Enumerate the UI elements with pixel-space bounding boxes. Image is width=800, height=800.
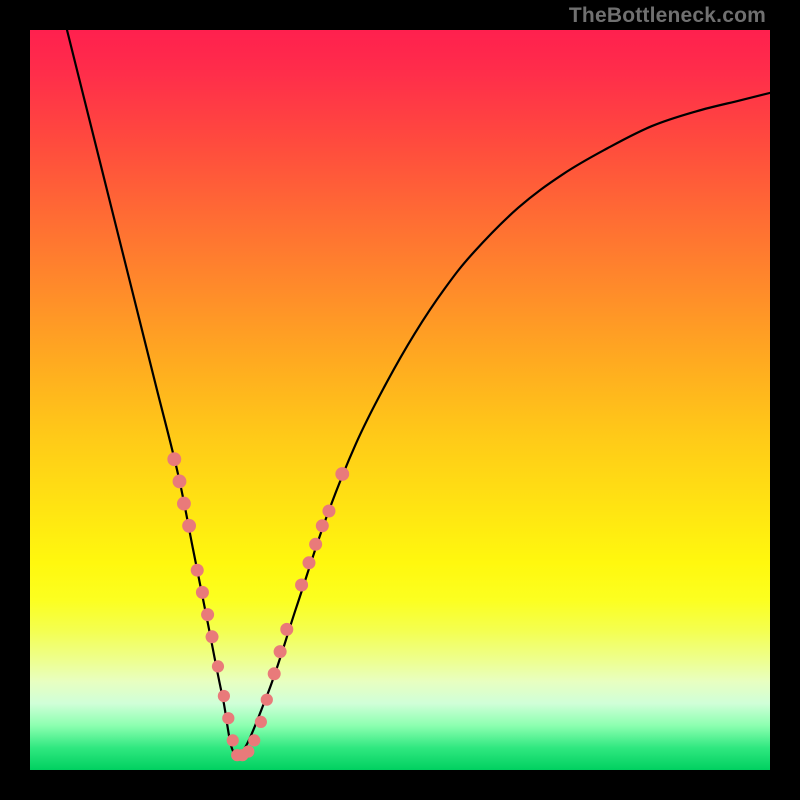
data-point-marker bbox=[322, 504, 335, 517]
data-point-marker bbox=[222, 712, 234, 724]
data-point-marker bbox=[173, 474, 187, 488]
data-point-marker bbox=[302, 556, 315, 569]
data-point-marker bbox=[206, 630, 219, 643]
data-point-marker bbox=[201, 608, 214, 621]
chart-svg bbox=[30, 30, 770, 770]
data-point-marker bbox=[182, 519, 196, 533]
data-point-marker bbox=[255, 716, 267, 728]
data-point-marker bbox=[227, 734, 239, 746]
data-point-marker bbox=[212, 660, 224, 672]
data-point-marker bbox=[274, 645, 287, 658]
data-point-marker bbox=[261, 694, 273, 706]
data-point-marker bbox=[295, 578, 308, 591]
data-point-marker bbox=[177, 497, 191, 511]
data-point-marker bbox=[268, 667, 281, 680]
data-point-marker bbox=[248, 734, 260, 746]
attribution-text: TheBottleneck.com bbox=[569, 4, 766, 28]
data-point-marker bbox=[280, 623, 293, 636]
data-point-marker bbox=[335, 467, 349, 481]
data-point-marker bbox=[191, 564, 204, 577]
bottleneck-curve bbox=[67, 30, 770, 755]
data-point-marker bbox=[218, 690, 230, 702]
plot-area bbox=[30, 30, 770, 770]
data-point-marker bbox=[242, 745, 254, 757]
data-point-marker bbox=[309, 538, 322, 551]
chart-frame: TheBottleneck.com bbox=[0, 0, 800, 800]
data-point-marker bbox=[316, 519, 329, 532]
data-point-marker bbox=[196, 586, 209, 599]
data-point-marker bbox=[167, 452, 181, 466]
